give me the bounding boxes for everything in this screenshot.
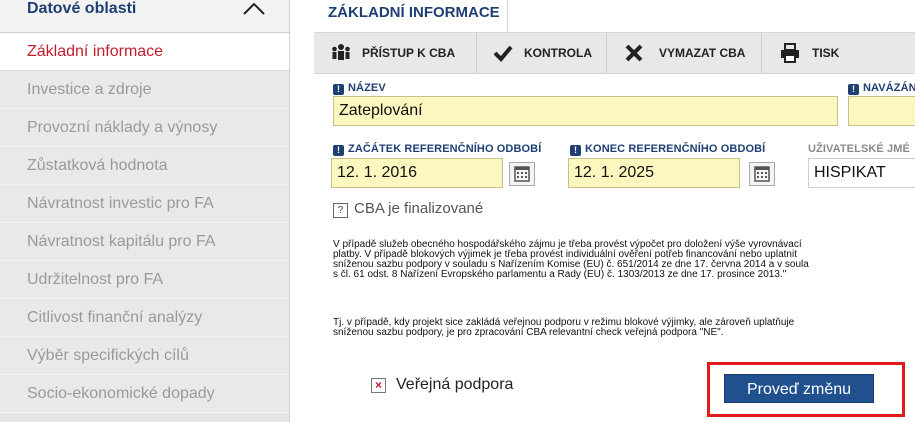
cba-finalized-text: CBA je finalizované: [354, 200, 484, 217]
delete-cba-label: VYMAZAT CBA: [659, 46, 746, 60]
toolbar: PŘÍSTUP K CBA KONTROLA VYMAZAT CBA TISK: [314, 33, 915, 74]
calendar-icon[interactable]: [749, 162, 775, 186]
chevron-up-icon[interactable]: [243, 0, 265, 16]
end-period-field[interactable]: 12. 1. 2025: [568, 158, 740, 188]
cba-finalized-status: ? CBA je finalizované: [333, 200, 483, 218]
state-aid-checkbox[interactable]: × Veřejná podpora: [371, 376, 513, 394]
checkbox-x-icon[interactable]: ×: [371, 378, 386, 393]
apply-change-button[interactable]: Proveď změnu: [724, 374, 874, 403]
check-button[interactable]: KONTROLA: [477, 33, 607, 73]
name-field[interactable]: Zateplování: [333, 96, 838, 126]
sidebar-title: Datové oblasti: [27, 0, 137, 17]
linked-label-text: NAVÁZÁN: [863, 82, 915, 94]
tab-zakladni-informace[interactable]: ZÁKLADNÍ INFORMACE: [314, 0, 508, 32]
start-period-label: ! ZAČÁTEK REFERENČNÍHO ODBOBÍ: [333, 143, 541, 156]
sidebar: Datové oblasti Základní informace Invest…: [0, 0, 290, 422]
sidebar-item-investice-a-zdroje[interactable]: Investice a zdroje: [0, 71, 289, 109]
sidebar-item-citlivost[interactable]: Citlivost finanční analýzy: [0, 299, 289, 337]
gutter: [290, 0, 314, 422]
end-period-label: ! KONEC REFERENČNÍHO OBDOBÍ: [570, 143, 765, 156]
user-name-label: UŽIVATELSKÉ JMÉ: [808, 143, 910, 155]
sidebar-item-udrzitelnost[interactable]: Udržitelnost pro FA: [0, 261, 289, 299]
sidebar-item-zustatkova-hodnota[interactable]: Zůstatková hodnota: [0, 147, 289, 185]
end-period-label-text: KONEC REFERENČNÍHO OBDOBÍ: [585, 143, 766, 155]
sidebar-header[interactable]: Datové oblasti: [0, 0, 289, 33]
required-icon: !: [333, 84, 344, 95]
sidebar-item-zakladni-informace[interactable]: Základní informace: [0, 33, 289, 71]
required-icon: !: [848, 84, 859, 95]
delete-cba-button[interactable]: VYMAZAT CBA: [607, 33, 762, 73]
sidebar-item-navratnost-investic[interactable]: Návratnost investic pro FA: [0, 185, 289, 223]
note-line-6: sníženou sazbu podpory, je pro zpracován…: [333, 327, 724, 338]
name-label-text: NÁZEV: [348, 82, 386, 94]
print-label: TISK: [812, 46, 840, 60]
calendar-icon[interactable]: [509, 162, 535, 186]
start-period-label-text: ZAČÁTEK REFERENČNÍHO ODBOBÍ: [348, 143, 542, 155]
name-label: ! NÁZEV: [333, 82, 386, 95]
sidebar-item-vyber-cilu[interactable]: Výběr specifických cílů: [0, 337, 289, 375]
checkmark-icon: [493, 45, 513, 62]
sidebar-item-socio-ekonomicke[interactable]: Socio-ekonomické dopady: [0, 375, 289, 413]
state-aid-label: Veřejná podpora: [396, 376, 514, 393]
close-icon: [625, 44, 643, 62]
note-line-4: s čl. 61 odst. 8 Nařízení Evropského par…: [333, 269, 787, 280]
printer-icon: [781, 43, 799, 63]
required-icon: !: [333, 145, 344, 156]
sidebar-item-provozni-naklady[interactable]: Provozní náklady a výnosy: [0, 109, 289, 147]
question-icon: ?: [333, 203, 348, 218]
access-cba-button[interactable]: PŘÍSTUP K CBA: [314, 33, 477, 73]
start-period-field[interactable]: 12. 1. 2016: [331, 158, 503, 188]
highlight-box: Proveď změnu: [707, 362, 905, 417]
print-button[interactable]: TISK: [762, 33, 915, 73]
check-label: KONTROLA: [524, 46, 592, 60]
required-icon: !: [570, 145, 581, 156]
linked-label: ! NAVÁZÁN: [848, 82, 915, 95]
access-cba-label: PŘÍSTUP K CBA: [362, 46, 456, 60]
user-name-field: HISPIKAT: [808, 158, 915, 188]
main-panel: ZÁKLADNÍ INFORMACE PŘÍSTUP K CBA KONTROL…: [314, 0, 915, 422]
tab-bar: ZÁKLADNÍ INFORMACE: [314, 0, 915, 33]
sidebar-item-navratnost-kapitalu[interactable]: Návratnost kapitálu pro FA: [0, 223, 289, 261]
linked-field[interactable]: [848, 96, 915, 126]
users-icon: [332, 44, 350, 60]
